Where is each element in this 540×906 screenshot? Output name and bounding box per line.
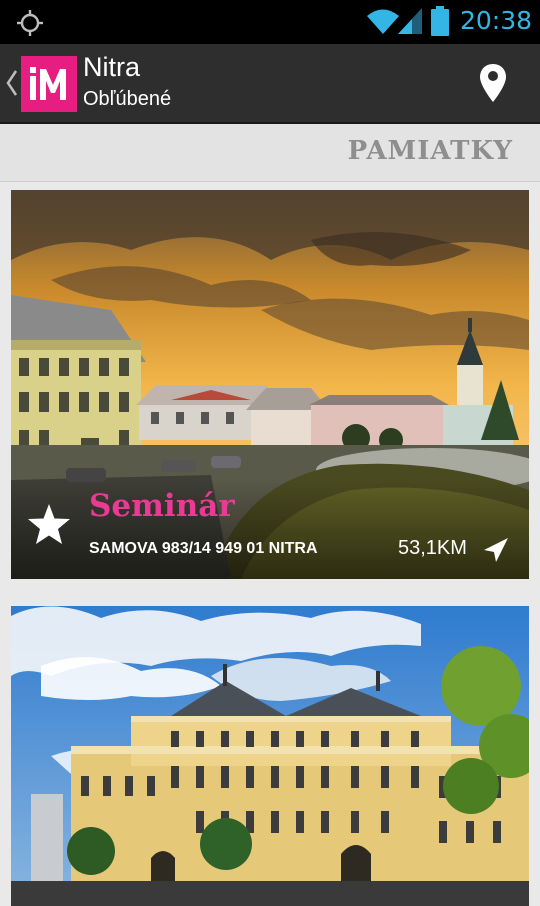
place-address: SAMOVA 983/14 949 01 NITRA: [89, 540, 318, 557]
map-pin-icon[interactable]: [478, 62, 508, 104]
status-time: 20:38: [460, 6, 533, 35]
wifi-icon: [367, 9, 399, 34]
action-bar: Nitra Obľúbené: [0, 44, 540, 124]
navigate-arrow-icon[interactable]: [483, 537, 509, 563]
signal-icon: [398, 8, 422, 34]
place-card[interactable]: Seminár SAMOVA 983/14 949 01 NITRA 53,1K…: [11, 190, 529, 579]
place-distance: 53,1KM: [398, 537, 467, 559]
section-label: PAMIATKY: [347, 136, 513, 166]
battery-icon: [431, 6, 449, 36]
status-bar: 20:38: [0, 0, 540, 44]
place-name: Seminár: [89, 488, 235, 524]
star-icon[interactable]: [27, 503, 71, 545]
app-logo[interactable]: [21, 56, 77, 112]
app-logo-glyph: [30, 67, 66, 100]
place-photo: [11, 606, 529, 906]
back-chevron-icon[interactable]: [5, 68, 19, 98]
place-card[interactable]: [11, 606, 529, 906]
app-title: Nitra: [83, 52, 141, 82]
app-subtitle: Obľúbené: [83, 88, 172, 110]
section-header: PAMIATKY: [0, 124, 540, 182]
gps-icon: [17, 10, 43, 36]
